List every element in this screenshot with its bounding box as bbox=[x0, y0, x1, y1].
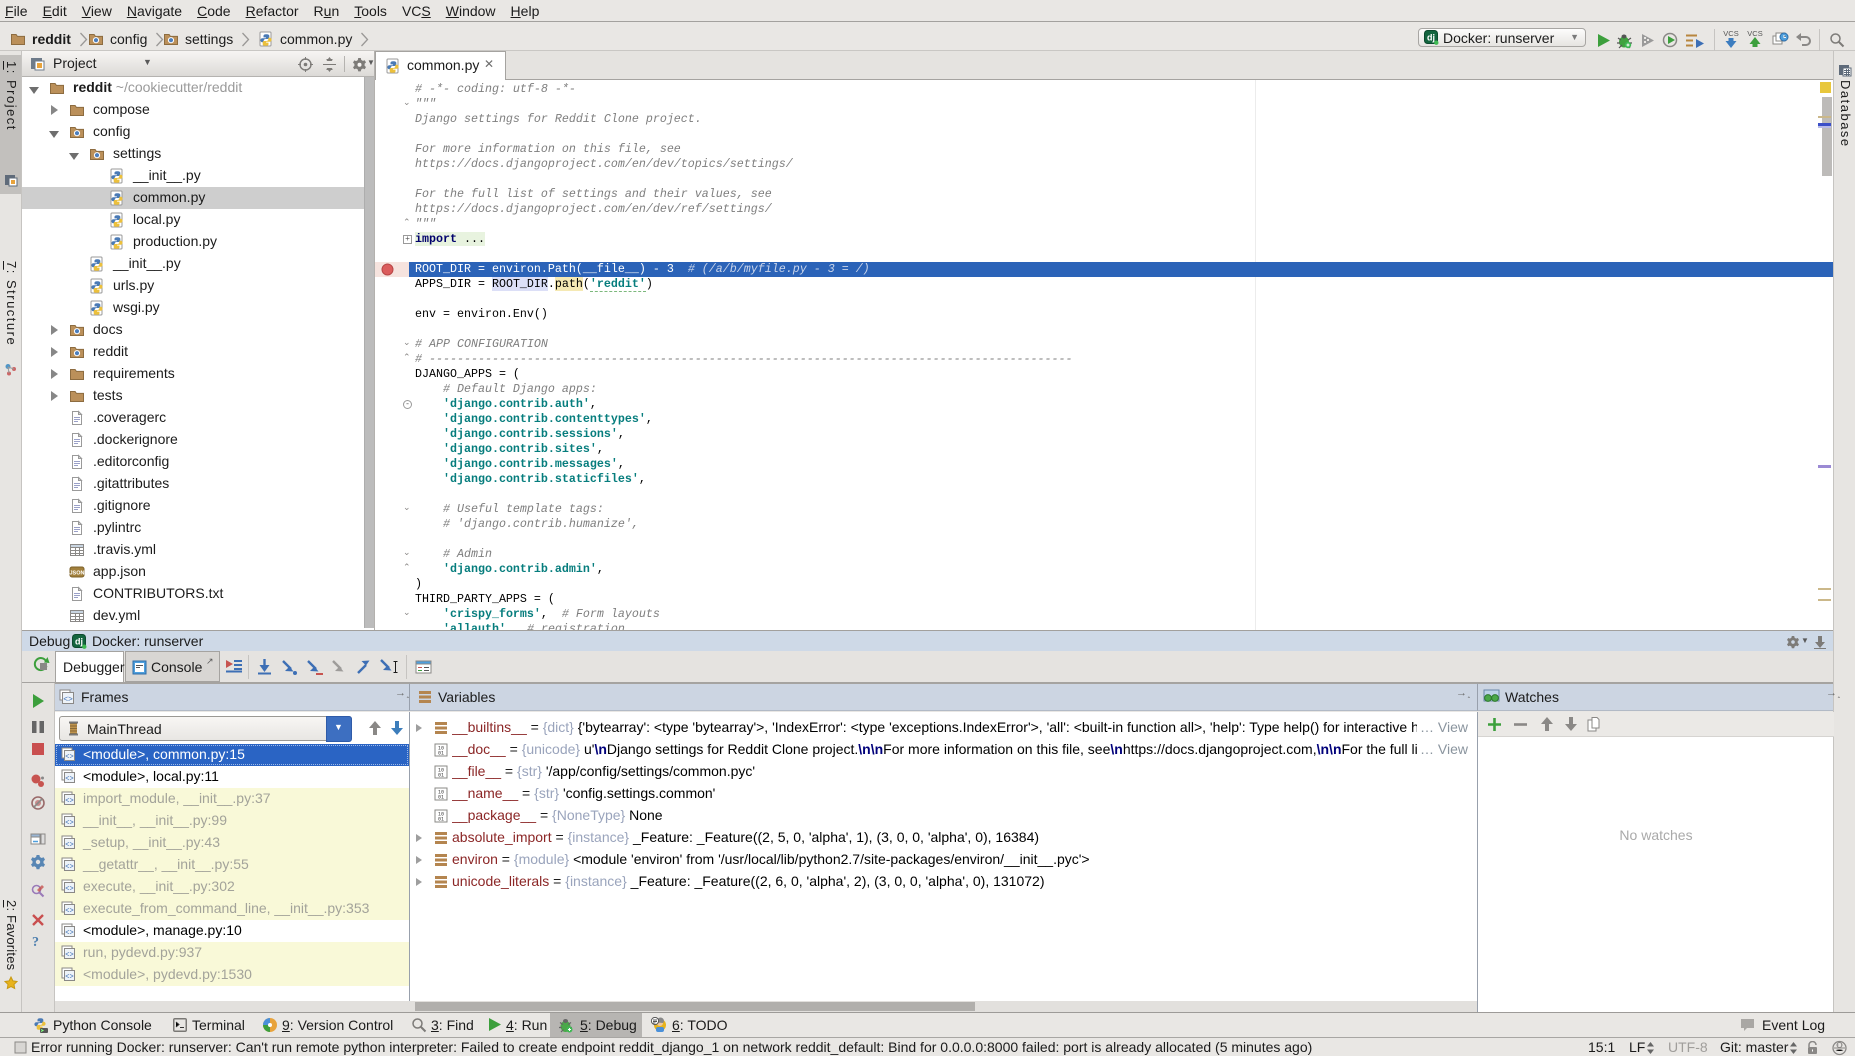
svg-text:01: 01 bbox=[438, 795, 444, 801]
svg-text:<>: <> bbox=[65, 886, 73, 894]
svg-text:<>: <> bbox=[65, 952, 73, 960]
svg-text:<>: <> bbox=[65, 864, 73, 872]
svg-text:<>: <> bbox=[65, 776, 73, 784]
svg-text:<>: <> bbox=[65, 974, 73, 982]
svg-text:<>: <> bbox=[65, 842, 73, 850]
svg-text:dj: dj bbox=[1427, 33, 1435, 43]
svg-text:<>: <> bbox=[65, 930, 73, 938]
svg-text:01: 01 bbox=[438, 817, 444, 823]
svg-text:01: 01 bbox=[438, 773, 444, 779]
svg-text:<>: <> bbox=[63, 696, 73, 705]
svg-text:<>: <> bbox=[65, 798, 73, 806]
svg-text:VCS: VCS bbox=[1723, 29, 1738, 38]
svg-text:<>: <> bbox=[65, 820, 73, 828]
svg-text:<>: <> bbox=[65, 908, 73, 916]
svg-text:JSON: JSON bbox=[70, 571, 85, 577]
svg-text:<>: <> bbox=[65, 754, 73, 762]
svg-text:01: 01 bbox=[438, 751, 444, 757]
svg-text:dj: dj bbox=[75, 637, 83, 647]
svg-text:VCS: VCS bbox=[1747, 29, 1762, 38]
